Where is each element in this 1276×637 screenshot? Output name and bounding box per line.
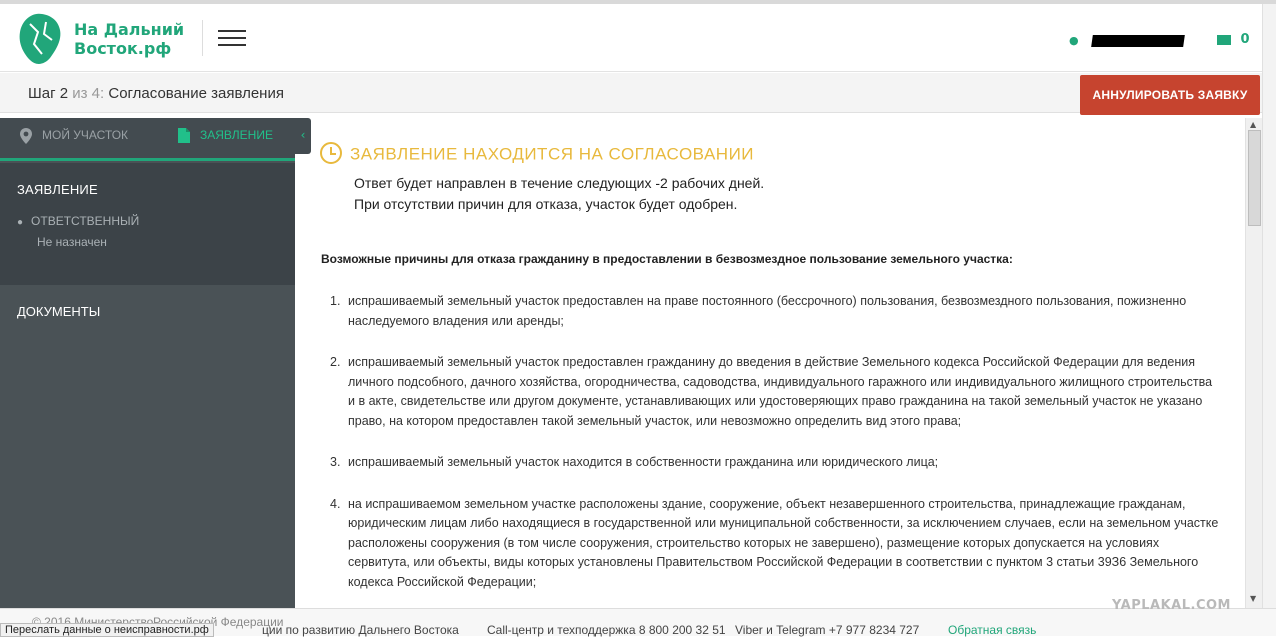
- site-header: На Дальний Восток.рф ● 0: [0, 4, 1276, 72]
- user-menu[interactable]: ●: [1069, 33, 1186, 47]
- step-bar: Шаг 2 из 4: Согласование заявления АННУЛ…: [0, 73, 1276, 115]
- window-scrollbar[interactable]: [1262, 4, 1276, 636]
- list-item: 4. на испрашиваемом земельном участке рас…: [321, 495, 1221, 593]
- list-item-number: 2.: [330, 355, 341, 369]
- map-pin-icon: [20, 127, 32, 144]
- mail-count: 0: [1240, 32, 1250, 47]
- main-content: ЗАЯВЛЕНИЕ НАХОДИТСЯ НА СОГЛАСОВАНИИ Отве…: [295, 118, 1245, 608]
- watermark: YAPLAKAL.COM: [1112, 598, 1231, 613]
- list-item: 1. испрашиваемый земельный участок предос…: [321, 292, 1221, 331]
- status-heading: ЗАЯВЛЕНИЕ НАХОДИТСЯ НА СОГЛАСОВАНИИ: [320, 142, 755, 166]
- header-divider: [202, 20, 203, 56]
- list-item-text: испрашиваемый земельный участок предоста…: [348, 294, 1187, 328]
- list-item-number: 3.: [330, 455, 341, 469]
- step-total: из 4:: [68, 85, 105, 102]
- person-icon: ●: [17, 217, 24, 228]
- scroll-up-arrow-icon[interactable]: ▲: [1250, 120, 1256, 129]
- tab-application-label: ЗАЯВЛЕНИЕ: [200, 128, 273, 142]
- clock-icon: [320, 142, 342, 164]
- status-heading-text: ЗАЯВЛЕНИЕ НАХОДИТСЯ НА СОГЛАСОВАНИИ: [350, 144, 755, 164]
- footer-messengers: Viber и Telegram +7 977 8234 727: [735, 623, 920, 637]
- brand-line-2: Восток.рф: [74, 39, 172, 58]
- status-line-1: Ответ будет направлен в течение следующи…: [354, 175, 765, 191]
- responsible-label: ● ОТВЕТСТВЕННЫЙ: [17, 214, 139, 228]
- step-name: Согласование заявления: [108, 85, 284, 102]
- list-item-number: 1.: [330, 294, 341, 308]
- list-item-text: на испрашиваемом земельном участке распо…: [348, 496, 1219, 589]
- document-icon: [178, 128, 190, 144]
- sidebar: МОЙ УЧАСТОК ЗАЯВЛЕНИЕ ЗАЯВЛЕНИЕ ● ОТВЕТСТ…: [0, 118, 295, 608]
- reasons-title: Возможные причины для отказа гражданину …: [321, 252, 1013, 266]
- tab-application[interactable]: ЗАЯВЛЕНИЕ: [178, 118, 273, 160]
- application-section: ЗАЯВЛЕНИЕ ● ОТВЕТСТВЕННЫЙ Не назначен: [0, 163, 295, 285]
- application-section-title[interactable]: ЗАЯВЛЕНИЕ: [17, 182, 98, 197]
- step-number: Шаг 2: [28, 85, 69, 102]
- tab-my-plot[interactable]: МОЙ УЧАСТОК: [20, 118, 128, 160]
- list-item-text: испрашиваемый земельный участок находитс…: [348, 455, 939, 469]
- responsible-value: Не назначен: [37, 235, 107, 249]
- status-tooltip: Переслать данные о неисправности.рф: [0, 623, 214, 637]
- step-indicator: Шаг 2 из 4: Согласование заявления: [28, 85, 284, 102]
- envelope-icon: [1217, 34, 1231, 45]
- scroll-thumb[interactable]: [1248, 130, 1261, 226]
- cancel-application-button[interactable]: АННУЛИРОВАТЬ ЗАЯВКУ: [1080, 75, 1260, 115]
- active-tab-underline: [0, 158, 295, 161]
- reasons-list: 1. испрашиваемый земельный участок предос…: [321, 292, 1221, 608]
- list-item-number: 4.: [330, 496, 341, 511]
- status-line-2: При отсутствии причин для отказа, участо…: [354, 196, 738, 212]
- redacted-username: [1091, 34, 1186, 47]
- sidebar-tabs: МОЙ УЧАСТОК ЗАЯВЛЕНИЕ: [0, 118, 295, 160]
- documents-section-title[interactable]: ДОКУМЕНТЫ: [17, 304, 100, 319]
- brand-line-1: На Дальний: [74, 20, 185, 39]
- scroll-down-arrow-icon[interactable]: ▼: [1250, 594, 1256, 603]
- logo-icon[interactable]: [16, 10, 64, 68]
- responsible-label-text: ОТВЕТСТВЕННЫЙ: [31, 214, 140, 228]
- hamburger-icon[interactable]: [218, 30, 246, 48]
- footer-callcenter: Call-центр и техподдержка 8 800 200 32 5…: [487, 623, 726, 637]
- mail-indicator[interactable]: 0: [1217, 32, 1250, 47]
- person-icon: ●: [1069, 34, 1079, 47]
- list-item-text: испрашиваемый земельный участок предоста…: [348, 355, 1213, 428]
- brand-title[interactable]: На Дальний Восток.рф: [74, 20, 184, 58]
- feedback-link[interactable]: Обратная связь: [948, 623, 1036, 637]
- footer-ministry: ции по развитию Дальнего Востока: [262, 623, 459, 637]
- content-scrollbar[interactable]: ▲ ▼: [1245, 118, 1262, 608]
- tab-my-plot-label: МОЙ УЧАСТОК: [42, 128, 129, 142]
- list-item: 2. испрашиваемый земельный участок предос…: [321, 353, 1221, 431]
- list-item: 3. испрашиваемый земельный участок находи…: [321, 453, 1221, 473]
